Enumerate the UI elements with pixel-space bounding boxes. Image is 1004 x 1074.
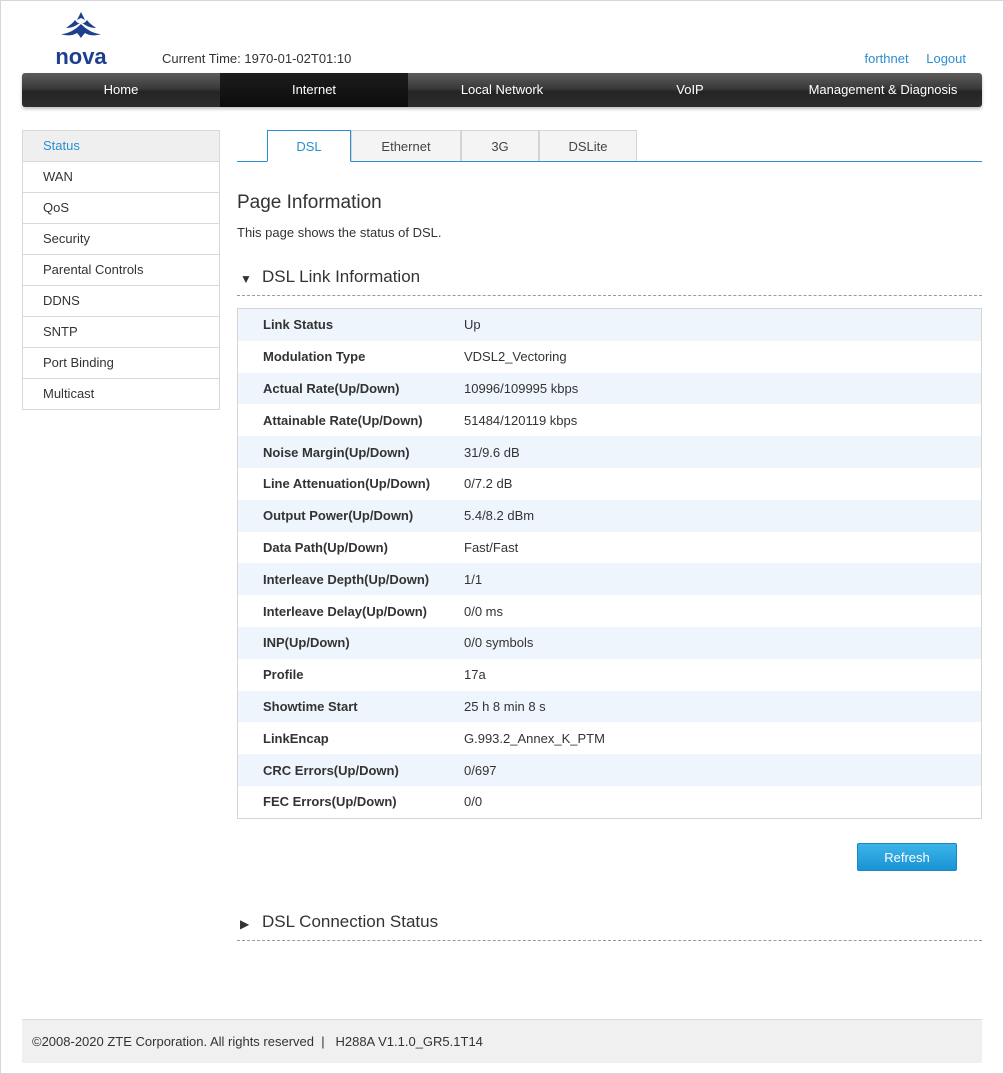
- user-link[interactable]: forthnet: [865, 51, 909, 66]
- table-row: Profile 17a: [238, 658, 981, 691]
- row-label: Interleave Delay(Up/Down): [263, 603, 427, 619]
- row-label: Data Path(Up/Down): [263, 539, 388, 555]
- tab-dsl[interactable]: DSL: [267, 130, 351, 162]
- sidebar-item-ddns[interactable]: DDNS: [23, 286, 219, 317]
- row-label: CRC Errors(Up/Down): [263, 762, 399, 778]
- table-row: Noise Margin(Up/Down) 31/9.6 dB: [238, 436, 981, 468]
- row-value: 5.4/8.2 dBm: [464, 508, 535, 524]
- page-title: Page Information: [237, 192, 382, 213]
- row-value: G.993.2_Annex_K_PTM: [464, 730, 605, 746]
- tab-dslite[interactable]: DSLite: [539, 130, 637, 161]
- current-time-value: 1970-01-02T01:10: [244, 51, 352, 66]
- row-value: 10996/109995 kbps: [464, 380, 579, 396]
- triangle-right-icon: ▶: [240, 917, 250, 931]
- table-row: Modulation Type VDSL2_Vectoring: [238, 340, 981, 373]
- main-nav: Home Internet Local Network VoIP Managem…: [22, 73, 982, 107]
- row-label: Noise Margin(Up/Down): [263, 444, 410, 460]
- table-row: Actual Rate(Up/Down) 10996/109995 kbps: [238, 372, 981, 405]
- row-label: Modulation Type: [263, 349, 366, 365]
- sidebar-item-multicast[interactable]: Multicast: [23, 379, 219, 410]
- row-value: 0/697: [464, 762, 497, 778]
- table-row: Showtime Start 25 h 8 min 8 s: [238, 690, 981, 723]
- row-label: LinkEncap: [263, 730, 329, 746]
- nav-voip[interactable]: VoIP: [596, 73, 784, 107]
- sidebar-item-parental-controls[interactable]: Parental Controls: [23, 255, 219, 286]
- row-value: 0/7.2 dB: [464, 476, 513, 492]
- row-label: Interleave Depth(Up/Down): [263, 571, 430, 587]
- dsl-connection-heading: DSL Connection Status: [262, 912, 439, 931]
- dsl-link-heading: DSL Link Information: [262, 267, 421, 286]
- tab-3g[interactable]: 3G: [461, 130, 539, 161]
- table-row: Interleave Delay(Up/Down) 0/0 ms: [238, 595, 981, 627]
- logo-text: nova: [55, 44, 107, 68]
- table-row: FEC Errors(Up/Down) 0/0: [238, 785, 981, 818]
- dsl-connection-section-header[interactable]: ▶ DSL Connection Status: [237, 912, 982, 941]
- row-value: Fast/Fast: [464, 539, 519, 555]
- row-value: 0/0: [464, 794, 483, 810]
- row-label: Profile: [263, 667, 304, 683]
- current-time: Current Time: 1970-01-02T01:10: [162, 51, 351, 66]
- footer-separator: |: [321, 1034, 325, 1049]
- sidebar-item-security[interactable]: Security: [23, 224, 219, 255]
- nav-local-network[interactable]: Local Network: [408, 73, 596, 107]
- table-row: Output Power(Up/Down) 5.4/8.2 dBm: [238, 499, 981, 532]
- nova-logo: nova: [46, 8, 116, 69]
- table-row: Line Attenuation(Up/Down) 0/7.2 dB: [238, 467, 981, 500]
- sidebar: Status WAN QoS Security Parental Control…: [22, 130, 220, 410]
- dsl-link-table: Link Status Up Modulation Type VDSL2_Vector…: [237, 308, 982, 819]
- sidebar-item-port-binding[interactable]: Port Binding: [23, 348, 219, 379]
- table-row: LinkEncap G.993.2_Annex_K_PTM: [238, 722, 981, 755]
- table-row: CRC Errors(Up/Down) 0/697: [238, 754, 981, 786]
- row-label: Actual Rate(Up/Down): [263, 380, 400, 396]
- tab-ethernet[interactable]: Ethernet: [351, 130, 461, 161]
- table-row: Attainable Rate(Up/Down) 51484/120119 kbp…: [238, 404, 981, 437]
- row-value: VDSL2_Vectoring: [464, 349, 567, 365]
- row-label: Showtime Start: [263, 698, 358, 714]
- table-row: Interleave Depth(Up/Down) 1/1: [238, 563, 981, 596]
- nav-internet[interactable]: Internet: [220, 73, 408, 107]
- sidebar-item-wan[interactable]: WAN: [23, 162, 219, 193]
- page-description: This page shows the status of DSL.: [237, 225, 442, 240]
- nav-home[interactable]: Home: [22, 73, 220, 107]
- row-value: 31/9.6 dB: [464, 444, 520, 460]
- table-row: Data Path(Up/Down) Fast/Fast: [238, 531, 981, 564]
- dsl-link-section-header[interactable]: ▼ DSL Link Information: [237, 267, 982, 296]
- refresh-button[interactable]: Refresh: [857, 843, 957, 871]
- row-value: 0/0 ms: [464, 603, 504, 619]
- row-value: 0/0 symbols: [464, 635, 534, 651]
- sidebar-item-qos[interactable]: QoS: [23, 193, 219, 224]
- row-value: 1/1: [464, 571, 483, 587]
- current-time-label: Current Time:: [162, 51, 241, 66]
- row-label: Link Status: [263, 317, 334, 333]
- footer-version: H288A V1.1.0_GR5.1T14: [335, 1034, 483, 1049]
- sub-tabs: DSL Ethernet 3G DSLite: [237, 130, 982, 162]
- row-label: INP(Up/Down): [263, 635, 350, 651]
- sidebar-item-sntp[interactable]: SNTP: [23, 317, 219, 348]
- row-value: 17a: [464, 667, 486, 683]
- table-row: INP(Up/Down) 0/0 symbols: [238, 626, 981, 659]
- row-value: 51484/120119 kbps: [464, 412, 578, 428]
- sidebar-item-status[interactable]: Status: [23, 131, 219, 162]
- footer-copyright: ©2008-2020 ZTE Corporation. All rights r…: [32, 1034, 314, 1049]
- top-links: forthnet Logout: [851, 51, 966, 66]
- table-row: Link Status Up: [238, 309, 981, 341]
- footer: ©2008-2020 ZTE Corporation. All rights r…: [22, 1019, 982, 1063]
- triangle-down-icon: ▼: [240, 272, 252, 286]
- row-value: 25 h 8 min 8 s: [464, 698, 546, 714]
- nav-management-diagnosis[interactable]: Management & Diagnosis: [784, 73, 982, 107]
- logout-link[interactable]: Logout: [926, 51, 966, 66]
- row-value: Up: [464, 317, 481, 333]
- row-label: Output Power(Up/Down): [263, 508, 414, 524]
- row-label: FEC Errors(Up/Down): [263, 794, 397, 810]
- row-label: Attainable Rate(Up/Down): [263, 412, 423, 428]
- row-label: Line Attenuation(Up/Down): [263, 476, 431, 492]
